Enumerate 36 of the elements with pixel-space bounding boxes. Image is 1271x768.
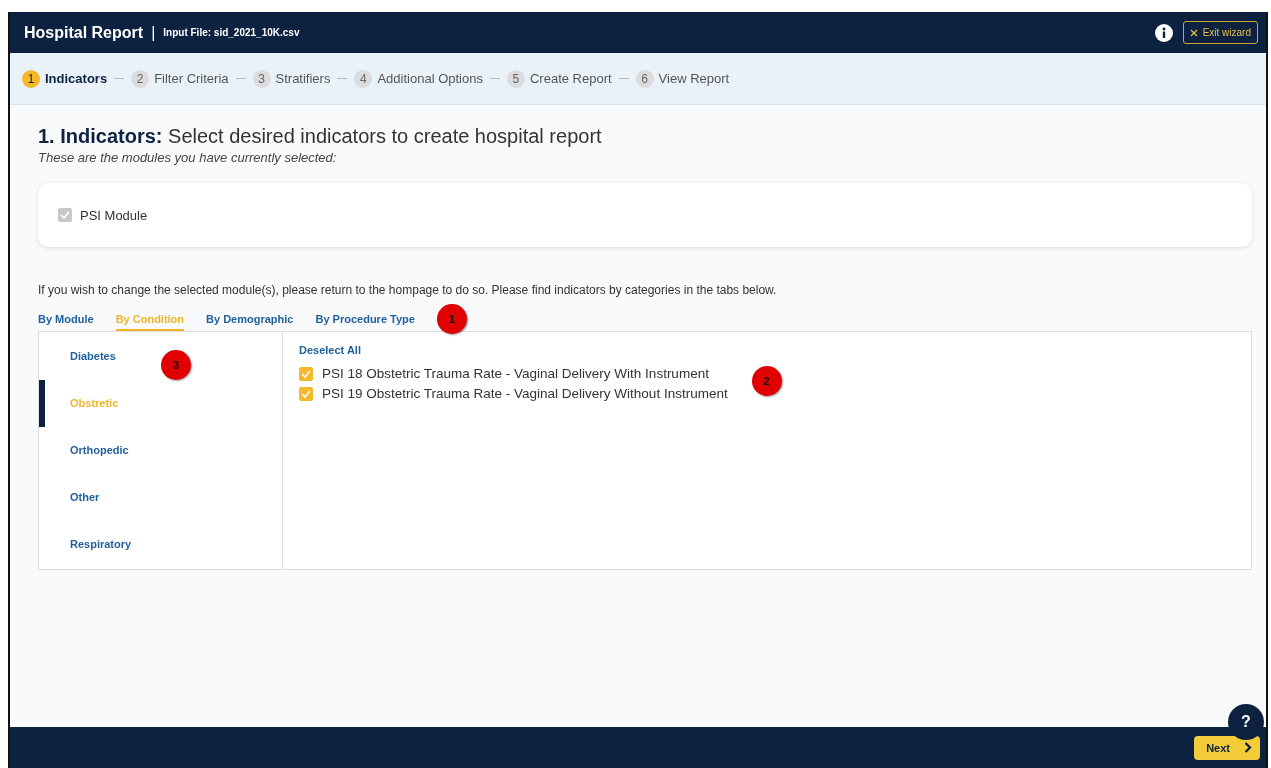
check-icon — [301, 369, 311, 378]
tab[interactable]: By Demographic — [206, 307, 294, 331]
tab[interactable]: By Procedure Type — [315, 307, 415, 331]
indicator-checkbox[interactable] — [299, 366, 313, 381]
title-separator: | — [151, 23, 156, 42]
exit-wizard-button[interactable]: Exit wizard — [1182, 21, 1258, 44]
close-icon — [1189, 28, 1198, 37]
wizard-step[interactable]: 1 Indicators — [22, 69, 108, 88]
module-label: PSI Module — [80, 207, 148, 223]
indicator-label: PSI 19 Obstetric Trauma Rate - Vaginal Delivery Without Instrument — [322, 386, 728, 401]
callout-marker: 2 — [751, 366, 782, 396]
app-title: Hospital Report — [24, 23, 144, 42]
help-button[interactable]: ? — [1228, 704, 1264, 740]
deselect-all-link[interactable]: Deselect All — [299, 344, 1235, 356]
wizard-step[interactable]: 6 View Report — [635, 69, 730, 88]
tab[interactable]: By Module — [38, 307, 94, 331]
wizard-step[interactable]: 5 Create Report — [506, 69, 612, 88]
indicator-label: PSI 18 Obstetric Trauma Rate - Vaginal Delivery With Instrument — [322, 366, 709, 381]
wizard-step[interactable]: 3 Stratifiers — [252, 69, 331, 88]
indicator-checkbox[interactable] — [299, 386, 313, 401]
page-subtitle: These are the modules you have currently selected: — [38, 150, 338, 165]
info-icon — [1154, 23, 1173, 42]
category-item[interactable]: Other — [39, 474, 106, 521]
chevron-right-icon — [1244, 742, 1252, 753]
input-file-label: Input File: sid_2021_10K.csv — [163, 27, 300, 38]
page-heading: 1. Indicators: Select desired indicators to create hospital report — [38, 125, 603, 148]
category-item[interactable]: Respiratory — [39, 521, 138, 568]
wizard-step[interactable]: 2 Filter Criteria — [131, 69, 229, 88]
callout-marker: 1 — [436, 304, 467, 334]
info-text: If you wish to change the selected module(s), please return to the hompage to do so. Please find indicators by categories in the tabs below. — [38, 283, 778, 297]
next-button[interactable]: Next — [1194, 735, 1260, 760]
callout-marker: 3 — [161, 350, 191, 380]
category-item[interactable]: Diabetes — [39, 333, 122, 380]
category-item[interactable]: Orthopedic — [39, 427, 135, 474]
wizard-step[interactable]: 4 Additional Options — [354, 69, 483, 88]
check-icon — [301, 389, 311, 398]
